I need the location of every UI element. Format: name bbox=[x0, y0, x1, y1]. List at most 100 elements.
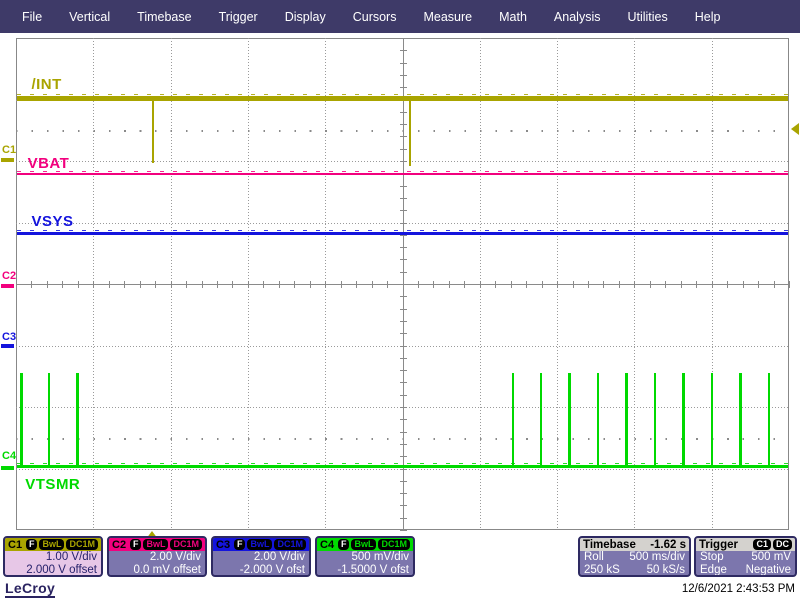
trace-pulse bbox=[19, 373, 23, 467]
badge-bwl: BwL bbox=[247, 539, 273, 550]
center-axis-tick bbox=[399, 62, 407, 64]
center-axis-tick bbox=[399, 357, 407, 359]
center-axis-tick bbox=[399, 333, 407, 335]
trace-noise bbox=[17, 170, 788, 172]
center-axis-tick bbox=[433, 281, 435, 288]
trace-noise bbox=[17, 462, 788, 464]
channel-id-label: C2 bbox=[112, 538, 127, 551]
channel-offset-value: -1.5000 V ofst bbox=[337, 564, 409, 576]
center-axis-tick bbox=[263, 281, 265, 288]
channel-offset-marker-c4[interactable] bbox=[1, 466, 14, 471]
trigger-mode: Stop bbox=[700, 551, 724, 563]
trace-vsys bbox=[17, 232, 788, 236]
channel-offset-marker-c1[interactable] bbox=[1, 157, 14, 162]
timebase-body: Roll 500 ms/div 250 kS 50 kS/s bbox=[580, 551, 689, 575]
timebase-scale: 500 ms/div bbox=[629, 551, 685, 563]
timebase-mode: Roll bbox=[584, 551, 604, 563]
center-axis-tick bbox=[399, 505, 407, 507]
center-axis-tick bbox=[399, 136, 407, 138]
trace-label-int: /INT bbox=[31, 76, 62, 94]
channel-box-c1[interactable]: C1 F BwL DC1M 1.00 V/div 2.000 V offset bbox=[3, 536, 103, 577]
channel-box-header: C1 F BwL DC1M bbox=[5, 538, 101, 551]
center-axis-tick bbox=[399, 185, 407, 187]
center-axis-tick bbox=[16, 281, 17, 288]
trace-vtsmr bbox=[17, 464, 788, 468]
channel-indicator-c1[interactable]: C1 bbox=[2, 144, 16, 156]
center-axis-tick bbox=[711, 281, 713, 288]
center-axis-tick bbox=[399, 345, 407, 347]
center-axis-tick bbox=[309, 281, 311, 288]
center-axis-tick bbox=[399, 456, 407, 458]
center-axis-tick bbox=[278, 281, 280, 288]
trace-pulse bbox=[768, 373, 771, 467]
channel-offset-value: 2.000 V offset bbox=[26, 564, 97, 576]
trace-label-vtsmr: VTSMR bbox=[25, 476, 81, 494]
center-axis-tick bbox=[232, 281, 234, 288]
channel-box-body: 2.00 V/div 0.0 mV offset bbox=[109, 551, 205, 575]
channel-offset-marker-c2[interactable] bbox=[1, 284, 14, 288]
timebase-box[interactable]: Timebase -1.62 s Roll 500 ms/div 250 kS 50… bbox=[578, 536, 691, 577]
center-axis-tick bbox=[399, 493, 407, 495]
trigger-box[interactable]: Trigger C1 DC Stop 500 mV Edge Negative bbox=[694, 536, 797, 577]
channel-offset-marker-c3[interactable] bbox=[1, 344, 14, 349]
center-axis-tick bbox=[572, 281, 574, 288]
channel-id-label: C3 bbox=[216, 538, 231, 551]
channel-badges: F BwL DC1M bbox=[24, 539, 98, 550]
channel-badges: F BwL DC1M bbox=[128, 539, 202, 550]
channel-box-c3[interactable]: C3 F BwL DC1M 2.00 V/div -2.000 V ofst bbox=[211, 536, 311, 577]
center-axis-tick bbox=[139, 281, 141, 288]
trace-glitch-spike bbox=[408, 98, 411, 166]
trigger-title: Trigger bbox=[699, 538, 738, 551]
trace-label-vbat: VBAT bbox=[27, 154, 70, 172]
center-axis-tick bbox=[773, 281, 775, 288]
center-axis-tick bbox=[399, 161, 407, 162]
channel-indicator-c3[interactable]: C3 bbox=[2, 331, 16, 343]
channel-box-c4[interactable]: C4 F BwL DC1M 500 mV/div -1.5000 V ofst bbox=[315, 536, 415, 577]
trace-pulse bbox=[540, 373, 543, 467]
channel-box-header: C2 F BwL DC1M bbox=[109, 538, 205, 551]
trigger-badges: C1 DC bbox=[751, 539, 792, 550]
channel-box-c2[interactable]: C2 F BwL DC1M 2.00 V/div 0.0 mV offset bbox=[107, 536, 207, 577]
center-axis-tick bbox=[399, 419, 407, 421]
center-axis-tick bbox=[399, 382, 407, 384]
center-axis-tick bbox=[399, 74, 407, 76]
center-axis-tick bbox=[417, 281, 419, 288]
waveform-display: /INT VBAT VSYS VTSMR C1 C2 C3 C4 bbox=[0, 0, 800, 540]
center-axis-tick bbox=[742, 281, 744, 288]
channel-indicator-c4[interactable]: C4 bbox=[2, 450, 16, 462]
center-axis-tick bbox=[399, 480, 407, 482]
trace-pulse bbox=[654, 373, 657, 467]
badge-bwl: BwL bbox=[39, 539, 65, 550]
center-axis-tick bbox=[618, 281, 620, 288]
center-axis-tick bbox=[399, 320, 407, 322]
center-axis-tick bbox=[399, 431, 407, 433]
badge-dc1m: DC1M bbox=[274, 539, 306, 550]
badge-dc1m: DC1M bbox=[170, 539, 202, 550]
trigger-badge-c1: C1 bbox=[753, 539, 771, 550]
badge-f: F bbox=[337, 539, 350, 550]
trigger-level-arrow-icon[interactable] bbox=[791, 123, 799, 136]
center-axis-tick bbox=[399, 197, 407, 199]
center-axis-tick bbox=[399, 148, 407, 150]
trace-int bbox=[17, 96, 788, 102]
center-axis-tick bbox=[93, 281, 95, 288]
channel-vdiv-value: 2.00 V/div bbox=[253, 551, 305, 563]
center-axis-tick bbox=[464, 281, 466, 288]
center-axis-tick bbox=[495, 281, 497, 288]
oscilloscope-screen: File Vertical Timebase Trigger Display Cursor… bbox=[0, 0, 800, 600]
center-axis-tick bbox=[387, 281, 389, 288]
center-axis-tick bbox=[399, 468, 407, 470]
center-axis-tick bbox=[557, 281, 559, 288]
center-axis-tick bbox=[727, 281, 729, 288]
minor-ruler-row bbox=[16, 130, 789, 133]
center-axis-tick bbox=[634, 281, 636, 288]
center-axis-tick bbox=[696, 281, 698, 288]
minor-ruler-row bbox=[16, 437, 789, 440]
center-axis-tick bbox=[789, 281, 790, 288]
channel-vdiv-value: 500 mV/div bbox=[351, 551, 409, 563]
channel-indicator-c2[interactable]: C2 bbox=[2, 270, 16, 282]
center-axis-tick bbox=[649, 281, 651, 288]
channel-vdiv-value: 1.00 V/div bbox=[45, 551, 97, 563]
center-axis-tick bbox=[325, 281, 327, 288]
center-axis-tick bbox=[510, 281, 512, 288]
